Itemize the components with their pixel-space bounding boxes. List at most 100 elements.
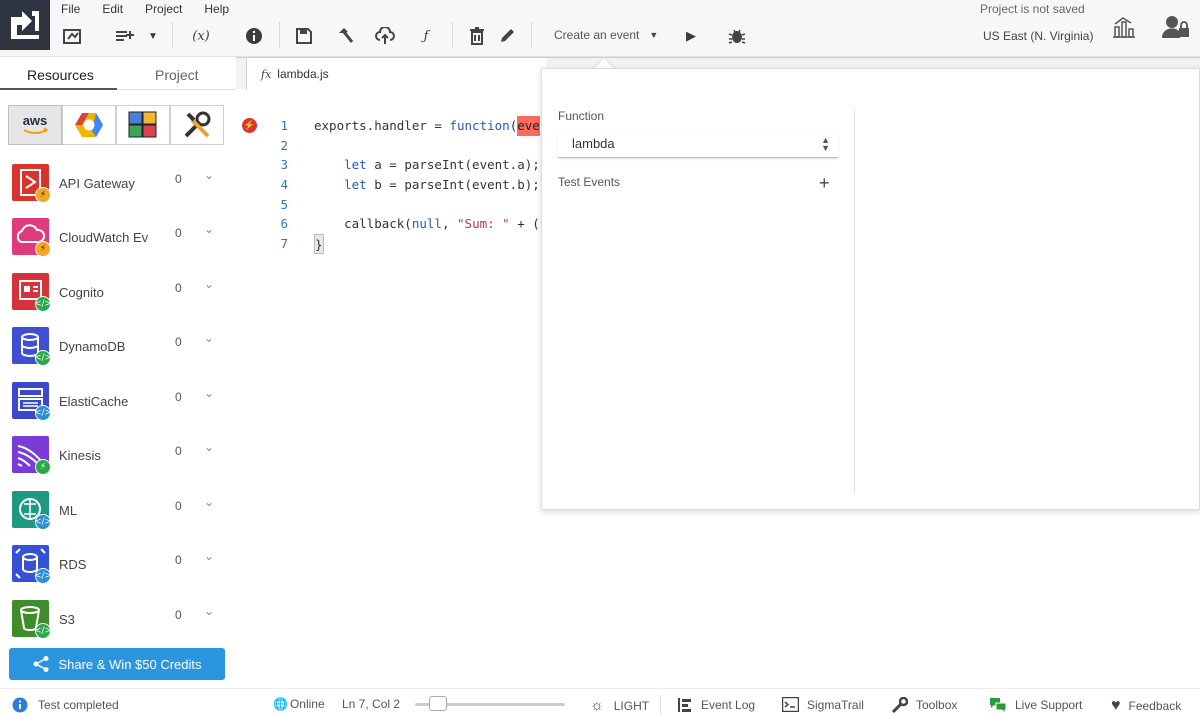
trash-icon[interactable] bbox=[466, 26, 488, 46]
file-tab-lambda-js[interactable]: fx lambda.js bbox=[246, 58, 546, 90]
toolbox-button[interactable]: Toolbox bbox=[892, 697, 957, 713]
chevron-down-icon[interactable]: ⌄ bbox=[204, 495, 214, 509]
file-tab-label: lambda.js bbox=[277, 67, 329, 81]
live-support-button[interactable]: Live Support bbox=[989, 697, 1082, 713]
user-lock-icon[interactable] bbox=[1162, 14, 1190, 40]
menu-project[interactable]: Project bbox=[145, 2, 182, 16]
theme-label: LIGHT bbox=[613, 698, 650, 713]
share-win-credits-button[interactable]: Share & Win $50 Credits bbox=[9, 648, 225, 680]
resource-item-s3[interactable]: </> S3 0 ⌄ bbox=[12, 600, 227, 640]
function-file-icon: fx bbox=[261, 67, 272, 81]
code-line: 5 bbox=[270, 195, 540, 215]
chevron-down-icon[interactable]: ⌄ bbox=[204, 386, 214, 400]
toolbar-divider bbox=[531, 22, 532, 48]
pencil-icon[interactable] bbox=[496, 26, 518, 46]
resource-label: API Gateway bbox=[59, 176, 135, 191]
live-support-label: Live Support bbox=[1015, 698, 1083, 712]
kinesis-icon: ⚡ bbox=[12, 436, 51, 475]
code-token: "Sum: " bbox=[457, 216, 510, 232]
resource-item-cognito[interactable]: </> Cognito 0 ⌄ bbox=[12, 273, 227, 313]
sigmatrail-label: SigmaTrail bbox=[807, 697, 864, 712]
code-token: a = parseInt(event.a); bbox=[366, 157, 540, 173]
chevron-down-icon[interactable]: ⌄ bbox=[204, 277, 214, 291]
code-token: let bbox=[344, 157, 367, 173]
menu-help[interactable]: Help bbox=[204, 2, 229, 16]
chevron-down-icon[interactable]: ⌄ bbox=[204, 331, 214, 345]
provider-integrations[interactable] bbox=[116, 105, 170, 145]
event-select[interactable]: Create an event ▼ bbox=[554, 28, 658, 42]
sigmatrail-button[interactable]: SigmaTrail bbox=[782, 697, 864, 712]
line-number: 7 bbox=[280, 236, 288, 252]
chat-bubbles-icon bbox=[990, 698, 1007, 713]
function-select[interactable]: lambda ▲ ▼ bbox=[558, 132, 838, 158]
code-token: ( bbox=[509, 118, 518, 133]
dynamodb-icon: </> bbox=[12, 327, 52, 366]
debug-bug-icon[interactable] bbox=[726, 26, 748, 46]
chevron-down-icon[interactable]: ⌄ bbox=[204, 549, 214, 563]
resource-label: RDS bbox=[59, 557, 87, 572]
add-test-event-plus-icon[interactable]: + bbox=[819, 173, 830, 194]
resource-count: 0 bbox=[175, 172, 182, 186]
info-circle-icon bbox=[12, 697, 28, 713]
resource-item-dynamodb[interactable]: </> DynamoDB 0 ⌄ bbox=[12, 327, 227, 367]
code-token: , bbox=[441, 216, 458, 232]
run-play-icon[interactable]: ▶ bbox=[680, 26, 702, 46]
app-logo[interactable] bbox=[0, 0, 50, 50]
build-hammer-icon[interactable] bbox=[334, 26, 356, 46]
info-icon[interactable] bbox=[243, 26, 265, 46]
share-button-label: Share & Win $50 Credits bbox=[58, 656, 202, 672]
menu-edit[interactable]: Edit bbox=[102, 2, 123, 16]
resource-label: ML bbox=[59, 503, 78, 518]
cursor-position: Ln 7, Col 2 bbox=[342, 697, 401, 711]
resource-item-cloudwatch-events[interactable]: ⚡ CloudWatch Ev 0 ⌄ bbox=[12, 218, 227, 258]
function-deploy-icon[interactable]: ƒ bbox=[415, 26, 437, 46]
globe-icon: 🌐 bbox=[273, 697, 288, 711]
event-select-label: Create an event bbox=[554, 28, 640, 42]
chevron-down-icon[interactable]: ⌄ bbox=[204, 168, 214, 182]
status-bar: Test completed 🌐 Online Ln 7, Col 2 ☼ LI… bbox=[0, 688, 1200, 715]
provider-tools[interactable] bbox=[170, 105, 224, 145]
resource-count: 0 bbox=[175, 390, 182, 404]
resource-item-api-gateway[interactable]: ⚡ API Gateway 0 ⌄ bbox=[12, 164, 227, 204]
provider-gcp[interactable] bbox=[62, 105, 116, 145]
chevron-down-icon[interactable]: ▼ bbox=[142, 26, 164, 46]
feedback-label: Feedback bbox=[1128, 699, 1182, 713]
menu-file[interactable]: File bbox=[61, 2, 80, 16]
resource-item-rds[interactable]: </> RDS 0 ⌄ bbox=[12, 545, 227, 585]
tab-resources[interactable]: Resources bbox=[27, 67, 94, 83]
rds-icon: </> bbox=[12, 545, 52, 584]
code-editor[interactable]: 1 exports.handler = function(eve 2 3 let… bbox=[270, 116, 540, 254]
resource-item-elasticache[interactable]: </> ElastiCache 0 ⌄ bbox=[12, 382, 227, 422]
open-project-icon[interactable] bbox=[62, 26, 84, 46]
code-token: null bbox=[411, 216, 442, 232]
save-icon[interactable] bbox=[293, 26, 315, 46]
chevron-down-icon[interactable]: ⌄ bbox=[204, 440, 214, 454]
online-label: Online bbox=[289, 697, 325, 711]
resource-item-ml[interactable]: </> ML 0 ⌄ bbox=[12, 491, 227, 531]
resource-count: 0 bbox=[175, 335, 182, 349]
toolbox-label: Toolbox bbox=[916, 698, 958, 712]
event-log-button[interactable]: Event Log bbox=[677, 697, 755, 713]
connection-status: 🌐 Online bbox=[273, 697, 325, 711]
theme-toggle[interactable]: ☼ LIGHT bbox=[590, 697, 649, 714]
feedback-button[interactable]: ♥ Feedback bbox=[1111, 697, 1181, 715]
variables-icon[interactable]: (x) bbox=[190, 26, 212, 46]
error-marker-icon[interactable]: ⚡ bbox=[242, 118, 257, 133]
deploy-cloud-icon[interactable] bbox=[374, 26, 396, 46]
resource-count: 0 bbox=[175, 499, 182, 513]
resource-count: 0 bbox=[175, 444, 182, 458]
resource-label: DynamoDB bbox=[59, 339, 126, 354]
chevron-down-icon[interactable]: ⌄ bbox=[204, 604, 214, 618]
add-item-icon[interactable] bbox=[114, 26, 136, 46]
code-line: 7 } bbox=[270, 234, 540, 254]
toolbar-divider bbox=[452, 22, 453, 48]
provider-aws[interactable]: aws bbox=[8, 105, 62, 145]
tab-project[interactable]: Project bbox=[155, 67, 199, 83]
font-size-slider-handle[interactable] bbox=[429, 696, 447, 711]
resource-item-kinesis[interactable]: ⚡ Kinesis 0 ⌄ bbox=[12, 436, 227, 476]
region-selector[interactable]: US East (N. Virginia) bbox=[983, 29, 1093, 43]
monitoring-chart-icon[interactable] bbox=[1110, 14, 1138, 40]
function-select-value: lambda bbox=[572, 136, 615, 151]
chevron-down-icon[interactable]: ⌄ bbox=[204, 222, 214, 236]
